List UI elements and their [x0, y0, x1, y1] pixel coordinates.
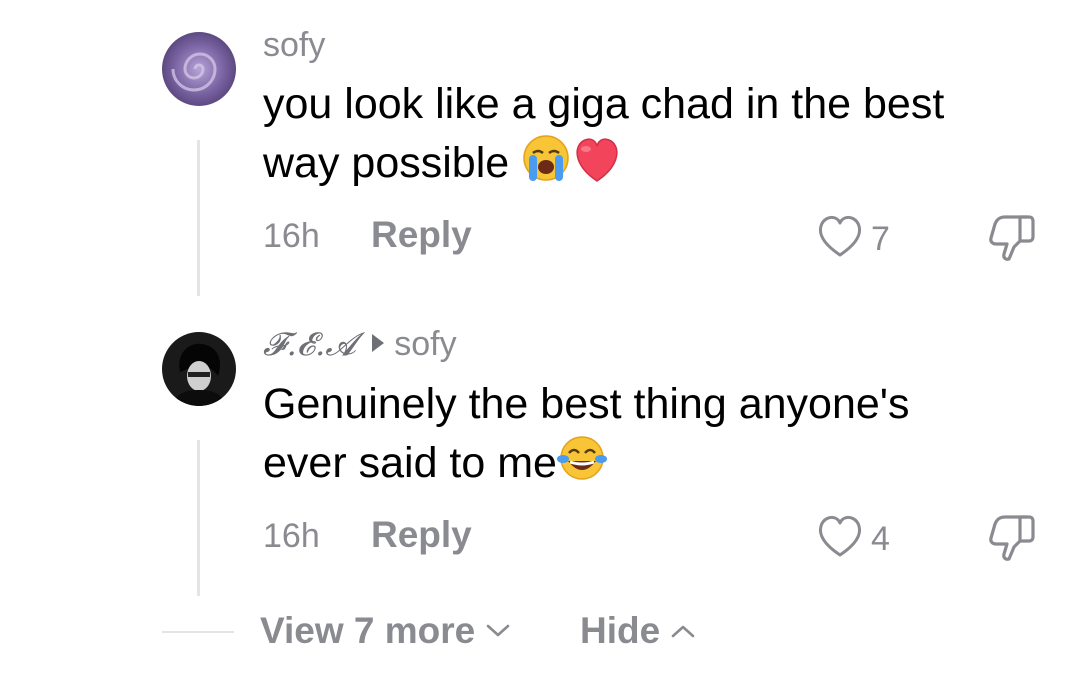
comment-text-line: you look like a giga chad in the best	[263, 80, 945, 128]
hide-label: Hide	[580, 610, 661, 651]
comment-username[interactable]: sofy	[263, 28, 325, 62]
reply-to-username[interactable]: sofy	[394, 325, 456, 363]
thumbs-down-icon	[987, 215, 1041, 267]
comment-text-line: ever said to me	[263, 439, 557, 487]
reply-arrow-icon	[372, 334, 385, 352]
comment-timestamp: 16h	[263, 217, 320, 255]
like-button[interactable]: 7	[815, 213, 890, 264]
comment-text-line: Genuinely the best thing anyone's	[263, 380, 910, 428]
chevron-down-icon	[485, 623, 511, 639]
chevron-up-icon	[670, 623, 696, 639]
hide-button[interactable]: Hide	[580, 612, 696, 649]
thread-line	[197, 440, 200, 596]
reply-button[interactable]: Reply	[371, 216, 472, 253]
dislike-button[interactable]	[987, 511, 1041, 568]
dislike-button[interactable]	[987, 211, 1041, 268]
thumbs-down-icon	[987, 515, 1041, 567]
divider	[162, 631, 234, 633]
like-count: 4	[871, 519, 890, 558]
heart-icon	[815, 513, 865, 564]
loudly-crying-face-emoji	[521, 133, 571, 198]
red-heart-emoji	[571, 135, 623, 198]
comment-text: you look like a giga chad in the best wa…	[263, 75, 1053, 198]
author-name[interactable]: 𝓕.𝓔.𝓐	[263, 325, 356, 363]
heart-icon	[815, 213, 865, 264]
reply-button[interactable]: Reply	[371, 516, 472, 553]
comment-timestamp: 16h	[263, 517, 320, 555]
thread-line	[197, 140, 200, 296]
view-more-button[interactable]: View 7 more	[260, 612, 511, 649]
face-with-tears-of-joy-emoji	[556, 433, 607, 498]
comment-text: Genuinely the best thing anyone's ever s…	[263, 375, 1053, 498]
avatar[interactable]	[162, 32, 236, 106]
like-count: 7	[871, 219, 890, 258]
view-more-label: View 7 more	[260, 610, 476, 651]
like-button[interactable]: 4	[815, 513, 890, 564]
avatar[interactable]	[162, 332, 236, 406]
comment-username: 𝓕.𝓔.𝓐 sofy	[263, 327, 457, 361]
comment-text-line: way possible	[263, 139, 510, 187]
